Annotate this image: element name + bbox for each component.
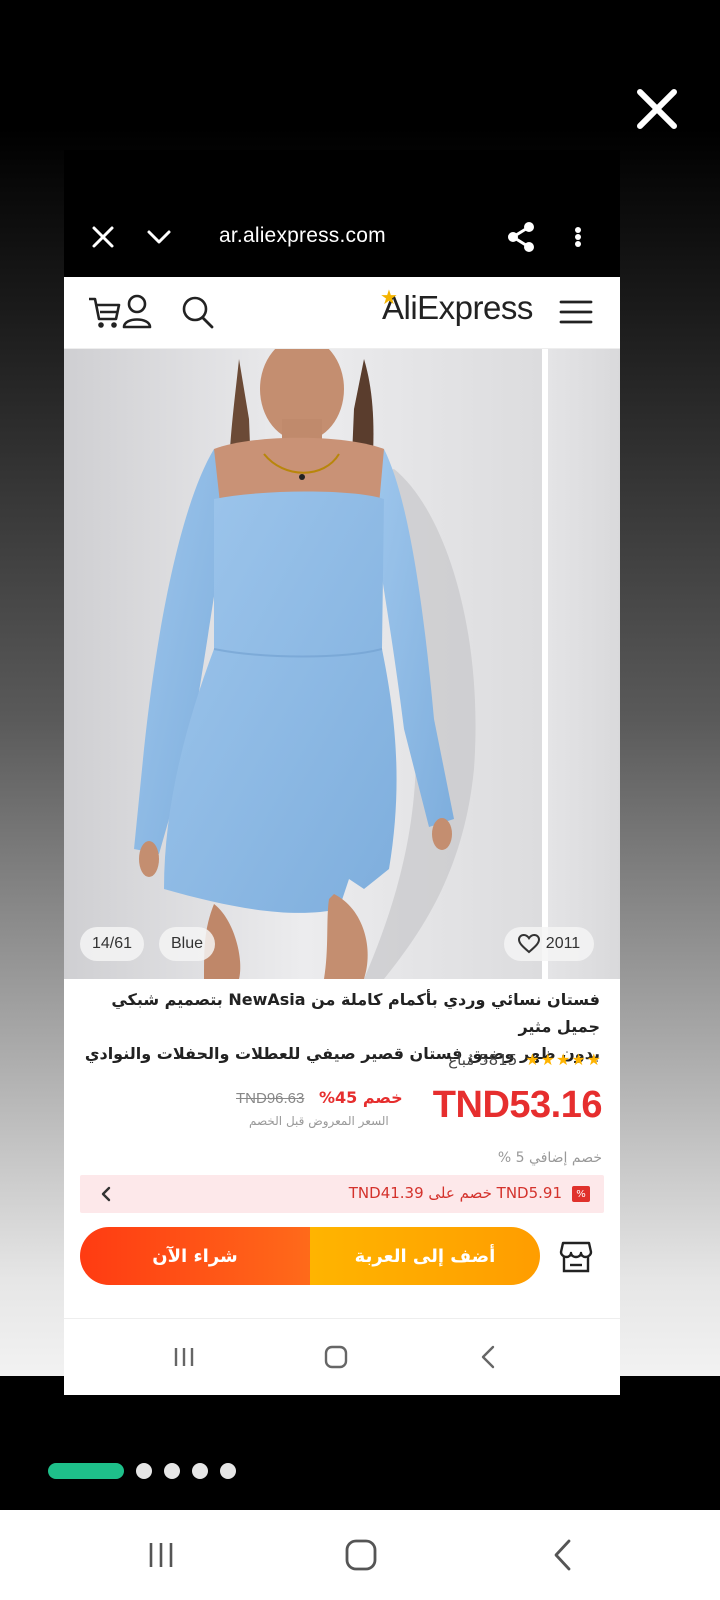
- browser-url[interactable]: ar.aliexpress.com: [219, 224, 386, 248]
- chevron-left-icon: [101, 1186, 111, 1202]
- action-buttons: شراء الآن أضف إلى العربة: [80, 1227, 604, 1285]
- system-back-button[interactable]: [540, 1532, 586, 1578]
- menu-button[interactable]: [558, 293, 596, 331]
- pager-dot[interactable]: [136, 1463, 152, 1479]
- search-icon: [182, 296, 214, 329]
- wishlist-count: 2011: [545, 935, 581, 952]
- dot: [575, 226, 581, 233]
- discount-percent: خصم 45%: [319, 1088, 403, 1107]
- system-home-button[interactable]: [338, 1532, 384, 1578]
- back-button[interactable]: [470, 1339, 506, 1375]
- color-label: Blue: [171, 935, 204, 952]
- store-icon: [559, 1241, 593, 1273]
- price-note: السعر المعروض قبل الخصم: [249, 1114, 389, 1128]
- aliexpress-logo[interactable]: ★ AliExpress: [380, 287, 533, 327]
- back-icon: [481, 1345, 495, 1369]
- user-icon: [122, 294, 152, 329]
- rating-stars: ★★★★★: [525, 1050, 602, 1069]
- coupon-text: TND5.91 خصم على TND41.39: [348, 1184, 562, 1202]
- heart-icon: [517, 934, 540, 954]
- rating-row: ★★★★★ 5815 مُباع: [448, 1050, 602, 1069]
- search-button[interactable]: [180, 293, 218, 331]
- account-button[interactable]: [120, 293, 158, 331]
- more-options-button[interactable]: [568, 220, 588, 254]
- add-to-cart-button[interactable]: أضف إلى العربة: [310, 1227, 540, 1285]
- share-icon: [508, 222, 534, 252]
- hamburger-menu-icon: [559, 300, 593, 324]
- close-icon: [637, 89, 677, 129]
- browser-minimize-button[interactable]: [144, 222, 174, 252]
- buy-now-button[interactable]: شراء الآن: [80, 1227, 310, 1285]
- back-icon: [554, 1539, 571, 1571]
- store-button[interactable]: [558, 1239, 594, 1275]
- recent-apps-button[interactable]: [166, 1339, 202, 1375]
- wishlist-button[interactable]: 2011: [504, 927, 594, 961]
- recent-apps-icon: [174, 1348, 194, 1366]
- dot: [575, 233, 581, 240]
- current-price: TND53.16: [432, 1084, 603, 1126]
- extra-discount: خصم إضافي 5 %: [497, 1150, 602, 1166]
- recent-apps-icon: [149, 1543, 173, 1567]
- product-image-gallery[interactable]: 14/61 Blue 2011: [64, 349, 620, 979]
- embedded-nav-bar: [64, 1318, 620, 1395]
- pager-dot[interactable]: [192, 1463, 208, 1479]
- site-header: ★ AliExpress: [64, 277, 620, 349]
- image-pager: [48, 1462, 236, 1480]
- sold-count: 5815 مُباع: [448, 1050, 518, 1069]
- product-title-line: فستان نسائي وردي بأكمام كاملة من NewAsia…: [111, 990, 600, 1036]
- product-photo: [64, 349, 542, 979]
- browser-toolbar: ar.aliexpress.com: [64, 150, 620, 277]
- close-icon: [92, 226, 114, 248]
- home-icon: [345, 1539, 377, 1571]
- home-icon: [324, 1345, 348, 1369]
- pager-dot[interactable]: [164, 1463, 180, 1479]
- home-button[interactable]: [318, 1339, 354, 1375]
- cart-icon: [89, 297, 121, 328]
- image-counter: 14/61: [92, 935, 133, 952]
- color-badge: Blue: [159, 927, 216, 961]
- cart-button[interactable]: [86, 293, 124, 331]
- chevron-down-icon: [147, 230, 171, 244]
- pager-dot[interactable]: [220, 1463, 236, 1479]
- screenshot-frame: ar.aliexpress.com ★ AliExpress 14/61 Blu…: [64, 150, 620, 1395]
- original-price: TND96.63: [236, 1090, 305, 1107]
- next-image-preview[interactable]: [542, 349, 620, 979]
- coupon-badge: %: [572, 1186, 590, 1202]
- price-section: TND53.16 خصم 45% TND96.63 السعر المعروض …: [64, 1084, 620, 1144]
- browser-close-button[interactable]: [88, 222, 118, 252]
- system-nav-bar: [0, 1510, 720, 1600]
- image-counter-badge: 14/61: [80, 927, 145, 961]
- close-viewer-button[interactable]: [630, 82, 684, 136]
- pager-dot-active[interactable]: [48, 1463, 124, 1479]
- share-button[interactable]: [504, 220, 538, 254]
- logo-star-icon: ★: [380, 287, 398, 309]
- coupon-bar[interactable]: TND5.91 خصم على TND41.39 %: [80, 1175, 604, 1213]
- dot: [575, 241, 581, 248]
- system-recent-apps-button[interactable]: [138, 1532, 184, 1578]
